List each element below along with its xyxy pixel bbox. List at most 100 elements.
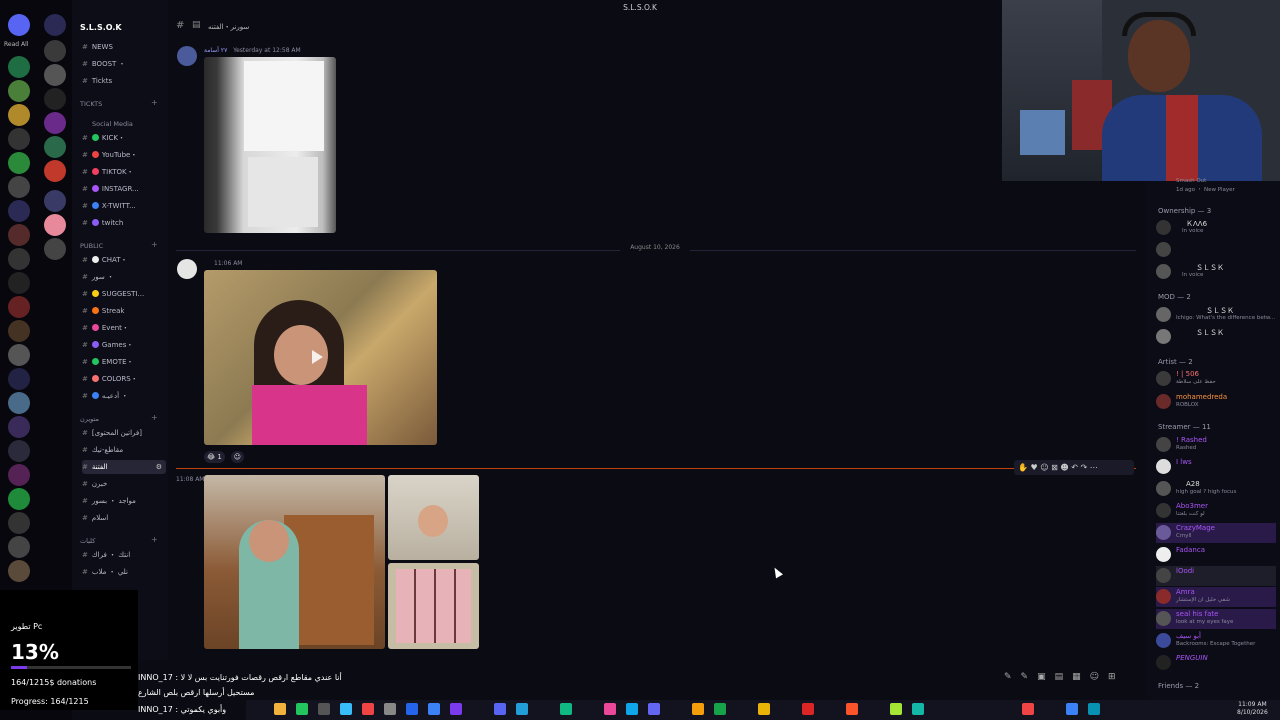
member-row[interactable]: mohamedreda ROBLOX [1156,392,1276,412]
channel-c-active[interactable]: # الفتنة ⚙ [82,460,166,474]
member-row[interactable] [1156,240,1276,260]
reaction-wave-icon[interactable]: ✋ [1018,463,1028,472]
attachment-image[interactable] [204,57,336,233]
channel-suggestions[interactable]: # SUGGESTI... [82,287,166,301]
app-icon[interactable] [626,703,638,715]
mute-icon[interactable]: ✎ [1004,672,1021,682]
app-icon[interactable] [340,703,352,715]
brave-icon[interactable] [846,703,858,715]
reply-icon[interactable]: ↶ [1071,463,1078,472]
app-icon[interactable] [384,703,396,715]
member-row[interactable]: lOodi [1156,566,1276,586]
app-icon[interactable] [912,703,924,715]
server-icon[interactable] [8,224,30,246]
more-icon[interactable]: ⋯ [1090,463,1098,472]
server-icon[interactable] [8,536,30,558]
chrome-icon[interactable] [758,703,770,715]
hide-icon[interactable]: ⊠ [1051,463,1058,472]
video-attachment[interactable] [204,270,437,445]
server-icon[interactable] [8,368,30,390]
member-row[interactable]: CrazyMage Cmyll [1156,523,1276,543]
play-icon[interactable] [312,350,323,364]
app-icon[interactable] [802,703,814,715]
attachment-image[interactable] [204,475,385,649]
taskbar-clock[interactable]: 11:09 AM 8/10/2026 [1237,701,1268,717]
app-icon[interactable] [406,703,418,715]
server-icon[interactable] [8,128,30,150]
member-row[interactable]: ＳＬＳＫ [1156,327,1276,347]
channel-adeeb[interactable]: # أدعيـه ・ [82,389,166,403]
member-row[interactable]: seal his fate look at my eyes faye [1156,609,1276,629]
member-row[interactable]: Fadanca [1156,545,1276,565]
server-icon[interactable] [8,488,30,510]
add-channel-icon[interactable]: + [151,535,158,544]
channel-b[interactable]: # مقاطع-نيك [82,443,166,457]
server-icon[interactable] [8,344,30,366]
deafen-icon[interactable]: ✎ [1021,672,1038,682]
channel-news[interactable]: # NEWS [82,40,166,54]
server-icon[interactable] [8,80,30,102]
avatar[interactable] [177,259,197,279]
channel-f[interactable]: # اسلام [82,511,166,525]
folder-icon[interactable] [274,703,286,715]
app-icon[interactable] [692,703,704,715]
author-name[interactable]: ٢٧ أسامة [204,47,227,54]
category-public[interactable]: PUBLIC [80,242,103,250]
app-icon[interactable] [604,703,616,715]
channel-emote[interactable]: # EMOTE・ [82,355,166,369]
server-icon[interactable] [8,560,30,582]
app-icon[interactable] [362,703,374,715]
server-icon[interactable] [8,296,30,318]
app-icon[interactable] [428,703,440,715]
server-icon[interactable] [44,190,66,212]
channel-twitch[interactable]: # twitch [82,216,166,230]
channel-boost[interactable]: # BOOST ・ [82,57,166,71]
emoji-icon[interactable]: ☺ [1090,672,1108,682]
member-row[interactable]: PENGUIN [1156,653,1276,673]
attachment-image[interactable] [388,563,479,649]
channel-event[interactable]: # Event・ [82,321,166,335]
add-channel-icon[interactable]: + [151,413,158,422]
server-icon[interactable] [44,238,66,260]
server-icon[interactable] [44,160,66,182]
category-tickts[interactable]: TICKTS [80,100,102,108]
app-icon[interactable] [296,703,308,715]
server-icon[interactable] [8,248,30,270]
app-icon[interactable] [648,703,660,715]
channel-g[interactable]: # انتك ・ فراك [82,548,166,562]
channel-x-twitter[interactable]: # X-TWITT... [82,199,166,213]
channel-e[interactable]: # مواجد ・ بسور [82,494,166,508]
member-row[interactable]: I lws [1156,457,1276,477]
app-icon[interactable] [318,703,330,715]
member-row[interactable]: Smash Out 1d ago ・ New Player [1156,178,1276,198]
member-row[interactable]: ! Rashed Rashed [1156,435,1276,455]
add-channel-icon[interactable]: + [151,98,158,107]
discord-home-icon[interactable] [8,14,30,36]
member-row[interactable]: ＳＬＳＫ In voice [1156,262,1276,282]
channel-d[interactable]: # خبرن [82,477,166,491]
channel-tiktok[interactable]: # TIKTOK・ [82,165,166,179]
channel-instagram[interactable]: # INSTAGR... [82,182,166,196]
member-row[interactable]: أبو سيف Backrooms: Escape Together [1156,631,1276,651]
server-icon[interactable] [44,14,66,36]
server-icon[interactable] [44,40,66,62]
server-icon[interactable] [8,152,30,174]
server-name[interactable]: S.L.S.O.K [80,23,122,32]
telegram-icon[interactable] [516,703,528,715]
channel-kick[interactable]: # KICK・ [82,131,166,145]
member-row[interactable]: ! | 506 حفظ على سلاطة [1156,369,1276,389]
add-reaction-icon[interactable]: ☺ [230,451,245,463]
channel-a[interactable]: # [فراتين المحتوى] [82,426,166,440]
server-icon[interactable] [44,136,66,158]
server-icon[interactable] [44,88,66,110]
read-all-label[interactable]: Read All [4,41,28,48]
app-icon[interactable] [890,703,902,715]
server-icon[interactable] [8,104,30,126]
server-icon[interactable] [8,392,30,414]
server-icon[interactable] [8,320,30,342]
reaction-laugh[interactable]: 😂 1 [204,451,225,463]
reaction-smile-icon[interactable]: ☺ [1040,463,1048,472]
member-row[interactable]: Amra شفي خليل ان الإستشار [1156,587,1276,607]
apps-icon[interactable]: ⊞ [1108,672,1125,682]
server-icon[interactable] [44,214,66,236]
